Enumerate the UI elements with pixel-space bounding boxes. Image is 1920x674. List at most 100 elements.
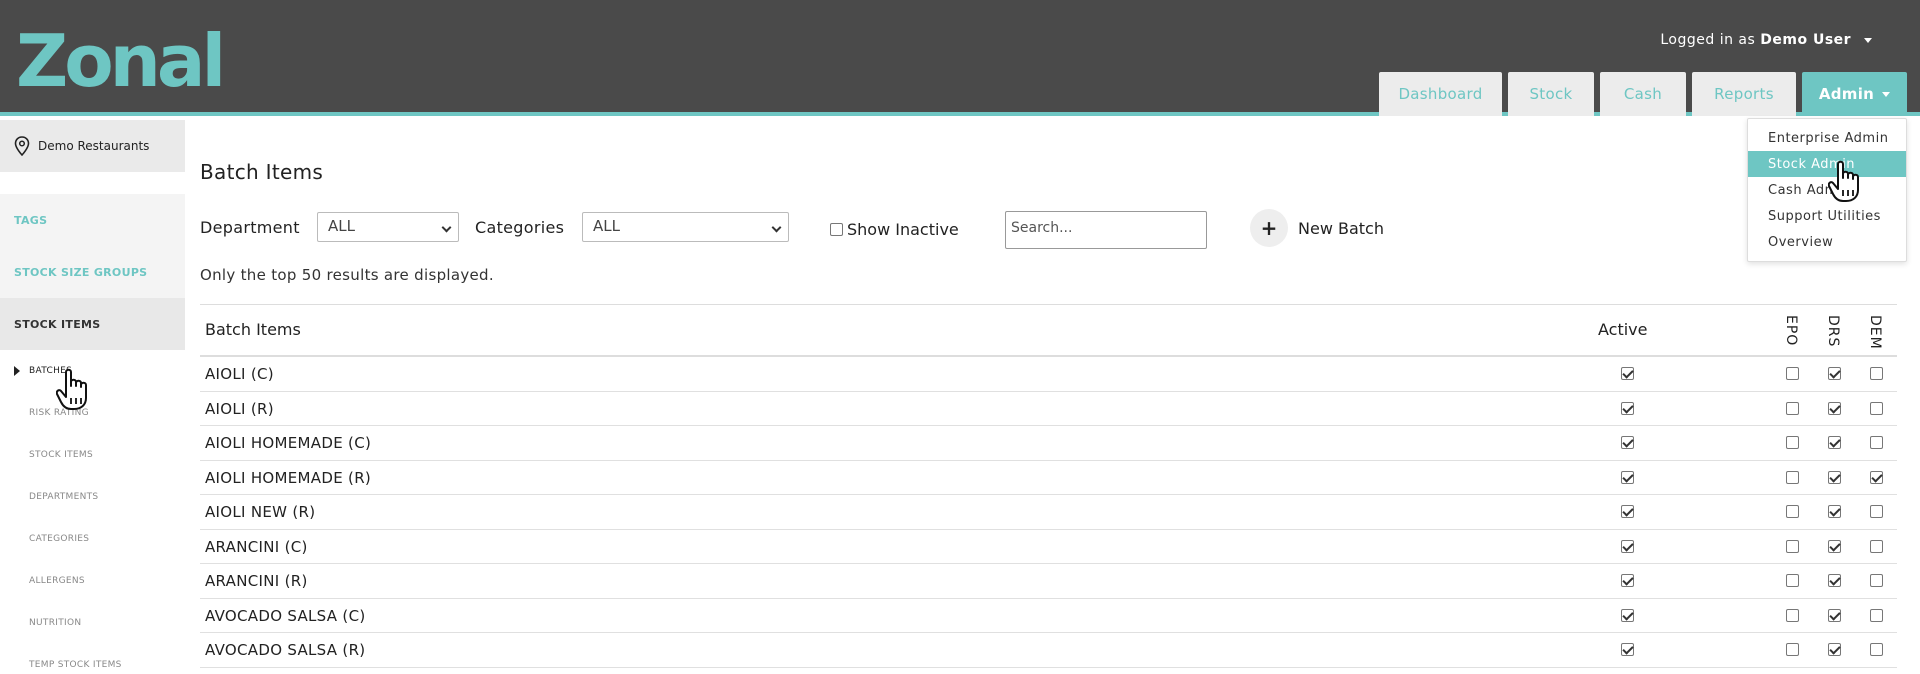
sidebar-item-allergens[interactable]: ALLERGENS [0, 560, 185, 602]
categories-value: ALL [593, 217, 620, 235]
active-checkbox[interactable] [1621, 608, 1634, 622]
table-row[interactable]: AVOCADO SALSA (C) [200, 599, 1897, 633]
department-select[interactable]: ALL [317, 212, 459, 242]
menu-item-overview[interactable]: Overview [1748, 229, 1906, 255]
epo-checkbox[interactable] [1786, 574, 1799, 587]
sidebar-item-categories[interactable]: CATEGORIES [0, 518, 185, 560]
tab-label: Stock [1529, 85, 1573, 103]
active-checkbox[interactable] [1621, 574, 1634, 587]
dem-checkbox[interactable] [1870, 470, 1883, 484]
epo-checkbox[interactable] [1786, 436, 1799, 449]
results-notice: Only the top 50 results are displayed. [200, 266, 494, 284]
sidebar-section-tags[interactable]: TAGS [0, 194, 185, 246]
menu-item-enterprise-admin[interactable]: Enterprise Admin [1748, 125, 1906, 151]
user-menu[interactable]: Logged in as Demo User [1660, 32, 1872, 48]
header-batch-items[interactable]: Batch Items [205, 320, 301, 339]
drs-checkbox[interactable] [1828, 643, 1841, 656]
active-checkbox[interactable] [1621, 367, 1634, 380]
table-row[interactable]: ARANCINI (C) [200, 530, 1897, 564]
show-inactive-checkbox[interactable] [830, 223, 843, 236]
header-epo: EPO [1783, 315, 1799, 347]
active-checkbox[interactable] [1621, 436, 1634, 449]
drs-checkbox[interactable] [1828, 539, 1841, 553]
epo-checkbox[interactable] [1786, 505, 1799, 518]
drs-checkbox[interactable] [1828, 505, 1841, 518]
plus-icon: + [1250, 209, 1288, 247]
dem-checkbox[interactable] [1870, 505, 1883, 518]
menu-item-cash-admin[interactable]: Cash Admin [1748, 177, 1906, 203]
tab-stock[interactable]: Stock [1508, 72, 1594, 116]
table-row[interactable]: AIOLI (C) [200, 357, 1897, 392]
categories-select[interactable]: ALL [582, 212, 789, 242]
table-row[interactable]: AIOLI HOMEMADE (C) [200, 426, 1897, 461]
table-row[interactable]: AIOLI (R) [200, 392, 1897, 426]
dem-checkbox[interactable] [1870, 436, 1883, 449]
new-batch-button[interactable]: + New Batch [1250, 209, 1384, 247]
chevron-down-icon [771, 222, 782, 233]
table-row[interactable]: AVOCADO SALSA (R) [200, 633, 1897, 668]
active-checkbox[interactable] [1621, 505, 1634, 518]
table-row[interactable]: AIOLI HOMEMADE (R) [200, 461, 1897, 495]
sidebar-section-stock-items[interactable]: STOCK ITEMS [0, 298, 185, 350]
dem-checkbox[interactable] [1870, 539, 1883, 553]
batch-item-name[interactable]: ARANCINI (C) [205, 538, 308, 556]
drs-checkbox[interactable] [1828, 574, 1841, 587]
batch-item-name[interactable]: ARANCINI (R) [205, 572, 308, 590]
batch-item-name[interactable]: AIOLI NEW (R) [205, 503, 315, 521]
site-selector[interactable]: Demo Restaurants [0, 120, 185, 172]
epo-checkbox[interactable] [1786, 643, 1799, 656]
epo-checkbox[interactable] [1786, 401, 1799, 415]
sidebar-item-stock-items[interactable]: STOCK ITEMS [0, 434, 185, 476]
drs-checkbox[interactable] [1828, 608, 1841, 622]
chevron-down-icon [1864, 37, 1872, 43]
active-checkbox[interactable] [1621, 539, 1634, 553]
site-name: Demo Restaurants [38, 139, 150, 153]
zonal-logo[interactable]: Zonal [16, 24, 226, 94]
menu-item-support-utilities[interactable]: Support Utilities [1748, 203, 1906, 229]
show-inactive-toggle[interactable]: Show Inactive [830, 220, 959, 239]
tab-reports[interactable]: Reports [1692, 72, 1796, 116]
active-checkbox[interactable] [1621, 401, 1634, 415]
drs-checkbox[interactable] [1828, 401, 1841, 415]
batch-item-name[interactable]: AIOLI HOMEMADE (C) [205, 434, 371, 452]
tab-cash[interactable]: Cash [1600, 72, 1686, 116]
dem-checkbox[interactable] [1870, 608, 1883, 622]
sidebar-item-nutrition[interactable]: NUTRITION [0, 602, 185, 644]
item-label: STOCK ITEMS [29, 450, 93, 460]
top-bar: Zonal Logged in as Demo User Dashboard S… [0, 0, 1920, 116]
dem-checkbox[interactable] [1870, 643, 1883, 656]
drs-checkbox[interactable] [1828, 436, 1841, 449]
sidebar-section-stock-size-groups[interactable]: STOCK SIZE GROUPS [0, 246, 185, 298]
drs-checkbox[interactable] [1828, 367, 1841, 380]
table-row[interactable]: ARANCINI (R) [200, 564, 1897, 599]
epo-checkbox[interactable] [1786, 470, 1799, 484]
batch-item-name[interactable]: AVOCADO SALSA (C) [205, 607, 366, 625]
batch-item-name[interactable]: AIOLI (C) [205, 365, 274, 383]
epo-checkbox[interactable] [1786, 367, 1799, 380]
user-name: Demo User [1760, 32, 1852, 48]
drs-checkbox[interactable] [1828, 470, 1841, 484]
active-checkbox[interactable] [1621, 643, 1634, 656]
batch-item-name[interactable]: AVOCADO SALSA (R) [205, 641, 365, 659]
tab-dashboard[interactable]: Dashboard [1379, 72, 1502, 116]
dem-checkbox[interactable] [1870, 574, 1883, 587]
active-checkbox[interactable] [1621, 470, 1634, 484]
section-label: STOCK ITEMS [14, 317, 101, 331]
tab-admin[interactable]: Admin [1802, 72, 1907, 116]
epo-checkbox[interactable] [1786, 608, 1799, 622]
sidebar-item-departments[interactable]: DEPARTMENTS [0, 476, 185, 518]
epo-checkbox[interactable] [1786, 539, 1799, 553]
dem-checkbox[interactable] [1870, 401, 1883, 415]
menu-item-stock-admin[interactable]: Stock Admin [1748, 151, 1906, 177]
batch-item-name[interactable]: AIOLI (R) [205, 400, 274, 418]
batch-item-name[interactable]: AIOLI HOMEMADE (R) [205, 469, 371, 487]
search-input[interactable]: Search... [1005, 211, 1207, 249]
item-label: DEPARTMENTS [29, 492, 99, 502]
batch-items-table: Batch Items Active EPO DRS DEM AIOLI (C)… [200, 304, 1897, 668]
main-nav: Dashboard Stock Cash Reports Admin [1379, 72, 1907, 116]
sidebar-item-temp-stock-items[interactable]: TEMP STOCK ITEMS [0, 644, 185, 674]
chevron-down-icon [441, 222, 452, 233]
dem-checkbox[interactable] [1870, 367, 1883, 380]
table-row[interactable]: AIOLI NEW (R) [200, 495, 1897, 530]
header-active[interactable]: Active [1598, 320, 1648, 339]
